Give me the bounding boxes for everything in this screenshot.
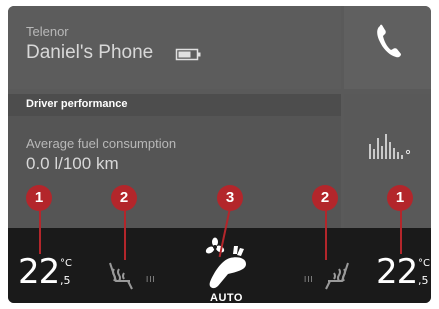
climate-bar: 22 °C ,5 III AUTO III 22 °C ,5 <box>8 228 431 303</box>
auto-climate-icon[interactable] <box>204 244 252 290</box>
right-temperature[interactable]: 22 °C ,5 <box>376 252 430 292</box>
phone-handset-icon <box>377 24 401 58</box>
driver-performance-tile[interactable]: Driver performance Average fuel consumpt… <box>8 94 341 228</box>
battery-icon <box>175 48 201 61</box>
callout-pointer <box>124 208 126 260</box>
right-seat-heat-level: III <box>304 275 314 284</box>
left-temperature-decimal: ,5 <box>60 274 71 287</box>
seat-heater-left-icon[interactable] <box>106 259 142 291</box>
right-temperature-decimal: ,5 <box>418 274 429 287</box>
left-temperature[interactable]: 22 °C ,5 <box>18 252 72 292</box>
driver-performance-title: Driver performance <box>26 98 128 110</box>
left-seat-heat-level: III <box>146 275 156 284</box>
callout-badge: 1 <box>387 185 413 211</box>
center-display: Telenor Daniel's Phone Driver performanc… <box>8 6 431 303</box>
auto-label: AUTO <box>210 292 243 303</box>
left-temperature-unit: °C <box>60 258 72 269</box>
right-temperature-unit: °C <box>418 258 430 269</box>
driver-performance-button[interactable] <box>344 94 431 228</box>
callout-badge: 1 <box>26 185 52 211</box>
right-temperature-value: 22 <box>376 252 418 292</box>
callout-badge: 2 <box>312 185 338 211</box>
left-temperature-value: 22 <box>18 252 60 292</box>
callout-pointer <box>400 208 402 254</box>
bar-chart-icon <box>369 134 411 159</box>
fuel-consumption-value: 0.0 l/100 km <box>26 154 119 173</box>
seat-heater-right-icon[interactable] <box>316 259 352 291</box>
carrier-name: Telenor <box>26 24 69 39</box>
fuel-consumption-label: Average fuel consumption <box>26 136 177 151</box>
callout-pointer <box>39 208 41 254</box>
callout-pointer <box>325 208 327 260</box>
phone-tile[interactable]: Telenor Daniel's Phone <box>8 6 341 89</box>
callout-badge: 2 <box>111 185 137 211</box>
call-button[interactable] <box>344 6 431 89</box>
device-name: Daniel's Phone <box>26 42 154 63</box>
callout-badge: 3 <box>217 185 243 211</box>
